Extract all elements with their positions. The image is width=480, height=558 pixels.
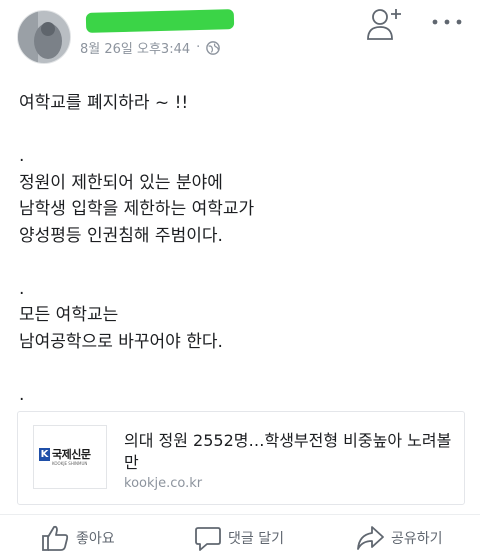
redacted-author-name [85,9,235,33]
add-friend-icon[interactable] [366,6,402,40]
comment-icon [195,527,221,551]
post-timestamp[interactable]: 8월 26일 오후3:44 [80,38,190,57]
share-icon [357,526,384,550]
link-domain: kookje.co.kr [124,476,203,491]
like-label: 좋아요 [76,531,115,547]
comment-label: 댓글 달기 [228,531,284,547]
meta-separator: · [196,40,201,55]
post-line: . [19,146,25,166]
post-line: 남학생 입학을 제한하는 여학교가 [19,199,255,219]
share-label: 공유하기 [391,531,443,547]
post-body: 여학교를 폐지하라 ~ !! . 정원이 제한되어 있는 분야에 남학생 입학을… [19,90,459,408]
link-preview-card[interactable]: K 국제신문 KOOKJE SHINMUN 의대 정원 2552명…학생부전형 … [17,411,465,505]
post-line [19,117,459,144]
actions-divider [0,514,480,515]
post-line: 남여공학으로 바꾸어야 한다. [19,331,223,352]
post-line [19,249,459,276]
comment-button[interactable]: 댓글 달기 [194,524,284,552]
post-line [19,355,459,382]
globe-icon [206,40,221,55]
avatar[interactable] [17,10,71,64]
post-line: . [19,278,25,299]
publisher-logo-mark: K [39,448,50,461]
like-button[interactable]: 좋아요 [40,524,115,552]
link-title[interactable]: 의대 정원 2552명…학생부전형 비중높아 노려볼만 [124,430,454,474]
post-line: 여학교를 폐지하라 ~ !! [19,93,189,113]
post-actions: 좋아요 댓글 달기 공유하기 [0,520,480,558]
post-meta: 8월 26일 오후3:44 · [80,38,221,57]
post-header: 8월 26일 오후3:44 · [0,0,480,70]
more-options-icon[interactable] [430,14,464,30]
publisher-logo-subtext: KOOKJE SHINMUN [52,461,88,466]
post-line: 모든 여학교는 [19,305,119,325]
post-line: 양성평등 인권침해 주범이다. [19,225,223,246]
publisher-logo: K 국제신문 KOOKJE SHINMUN [33,425,107,489]
share-button[interactable]: 공유하기 [355,524,443,552]
post-line: 정원이 제한되어 있는 분야에 [19,172,223,193]
thumbs-up-icon [42,525,69,551]
post-line: . [19,384,25,405]
publisher-logo-text: 국제신문 [52,448,91,461]
